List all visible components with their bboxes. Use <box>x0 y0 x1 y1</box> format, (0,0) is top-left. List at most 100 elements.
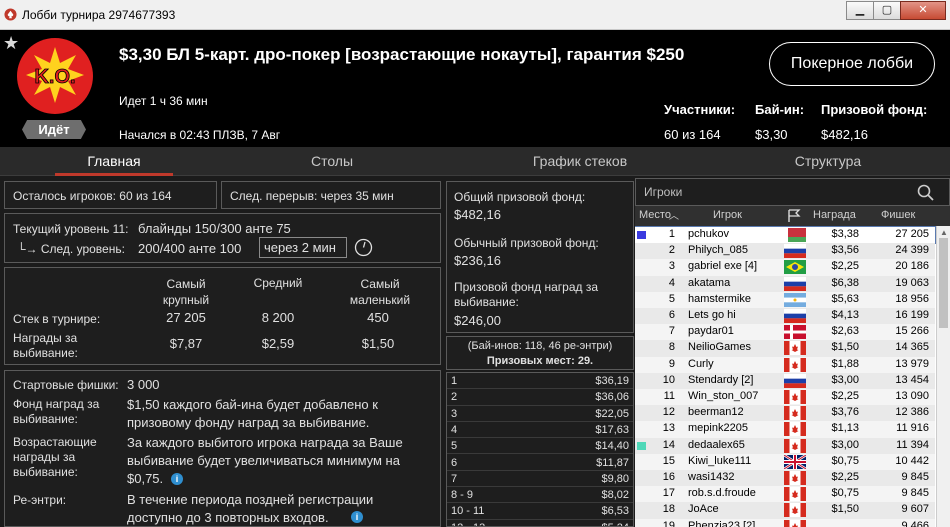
player-row[interactable]: 15 Kiwi_luke111 $0,75 10 442 <box>635 453 935 470</box>
running-time: Идет 1 ч 36 мин <box>119 94 208 108</box>
player-row[interactable]: 8 NeilioGames $1,50 14 365 <box>635 340 935 357</box>
players-header: Место ︿ Игрок Награда Фишек <box>635 206 950 226</box>
prize-place: 8 - 9 <box>451 489 474 502</box>
search-icon[interactable] <box>917 184 935 202</box>
player-chips: 13 090 <box>895 390 929 402</box>
player-place: 9 <box>668 357 675 370</box>
flag-column-icon[interactable] <box>786 209 802 223</box>
player-place: 18 <box>662 503 675 516</box>
maximize-icon[interactable]: ▢ <box>873 1 901 20</box>
starting-chips-value: 3 000 <box>127 377 160 392</box>
players-scrollbar[interactable]: ▲ <box>936 226 950 527</box>
flag-icon-ca <box>784 390 806 404</box>
player-chips: 19 063 <box>895 276 929 289</box>
player-name: Philych_085 <box>688 244 748 257</box>
player-chips: 16 199 <box>895 309 929 321</box>
progressive-bounty-label: Возрастающие награды за выбивание: <box>13 435 97 479</box>
player-row[interactable]: 4 akatama $6,38 19 063 <box>635 275 935 292</box>
stack-smallest: 450 <box>367 310 389 325</box>
player-row[interactable]: 16 wasi1432 $2,25 9 845 <box>635 470 935 487</box>
tab-structure[interactable]: Структура <box>768 147 888 176</box>
prize-amount: $8,02 <box>601 489 629 502</box>
col-place[interactable]: Место <box>639 209 671 221</box>
poker-lobby-button[interactable]: Покерное лобби <box>769 42 935 86</box>
player-row[interactable]: 6 Lets go hi $4,13 16 199 <box>635 308 935 325</box>
player-row[interactable]: 9 Curly $1,88 13 979 <box>635 356 935 373</box>
player-search[interactable]: Игроки <box>635 178 950 206</box>
stack-header-average: Средний <box>253 276 303 290</box>
player-bounty: $1,13 <box>831 422 859 435</box>
tab-main[interactable]: Главная <box>55 147 173 176</box>
player-place: 13 <box>662 422 675 435</box>
info-icon[interactable]: i <box>171 473 183 485</box>
player-row[interactable]: 17 rob.s.d.froude $0,75 9 845 <box>635 486 935 503</box>
player-row[interactable]: 11 Win_ston_007 $2,25 13 090 <box>635 389 935 406</box>
player-row[interactable]: 7 paydar01 $2,63 15 266 <box>635 324 935 341</box>
col-bounty[interactable]: Награда <box>813 209 856 221</box>
player-bounty: $1,50 <box>831 503 859 516</box>
info-icon[interactable]: i <box>351 511 363 523</box>
player-name: wasi1432 <box>688 471 735 483</box>
player-name: Kiwi_luke111 <box>688 454 752 467</box>
flag-icon-ru <box>784 276 806 291</box>
buyin-label: Бай-ин: <box>755 102 805 117</box>
tab-stack-chart[interactable]: График стеков <box>500 147 660 176</box>
player-row[interactable]: 1 pchukov $3,38 27 205 <box>635 225 936 245</box>
player-chips: 10 442 <box>895 454 929 467</box>
flag-icon-ca <box>784 422 806 437</box>
stack-header-smallest: Самый маленький <box>349 277 411 307</box>
prize-row: 6 $11,87 <box>447 455 633 471</box>
flag-icon-by <box>784 228 806 242</box>
player-name: rob.s.d.froude <box>688 487 756 500</box>
player-row[interactable]: 13 mepink2205 $1,13 11 916 <box>635 421 935 438</box>
tab-tables[interactable]: Столы <box>272 147 392 176</box>
reentry-label: Ре-энтри: <box>13 493 67 507</box>
regular-prize-value: $236,16 <box>454 253 501 268</box>
sort-arrow-icon[interactable]: ︿ <box>669 207 679 222</box>
player-row[interactable]: 18 JoAce $1,50 9 607 <box>635 502 935 519</box>
player-name: Curly <box>688 357 714 370</box>
player-place: 17 <box>662 487 675 500</box>
player-place: 7 <box>668 325 675 338</box>
player-place: 12 <box>662 406 675 419</box>
player-row[interactable]: 19 Phenzia23 [2] 9 466 <box>635 518 935 527</box>
player-chips: 14 365 <box>895 341 929 354</box>
player-row[interactable]: 10 Stendardy [2] $3,00 13 454 <box>635 372 935 389</box>
player-name: JoAce <box>688 503 719 516</box>
player-place: 3 <box>668 260 675 273</box>
col-chips[interactable]: Фишек <box>881 209 915 221</box>
player-chips: 20 186 <box>895 260 929 273</box>
players-panel: Игроки Место ︿ Игрок Награда Фишек 1 pchu… <box>635 178 950 527</box>
player-bounty: $2,25 <box>831 260 859 273</box>
window-controls: ▁ ▢ ✕ <box>846 1 946 20</box>
player-chips: 24 399 <box>895 244 929 257</box>
player-place: 11 <box>663 390 675 402</box>
player-name: dedaalex65 <box>688 438 745 451</box>
scroll-up-icon[interactable]: ▲ <box>940 228 948 237</box>
prizepool-value: $482,16 <box>821 127 868 142</box>
player-name: Stendardy [2] <box>688 373 754 386</box>
prize-place: 1 <box>451 375 458 387</box>
window-title: Лобби турнира 2974677393 <box>22 8 176 22</box>
search-input[interactable]: Игроки <box>644 185 682 199</box>
prize-place: 12 - 13 <box>451 522 485 526</box>
player-chips: 13 454 <box>895 373 929 386</box>
player-bounty: $1,88 <box>831 357 859 370</box>
bounty-fund-label: Фонд наград за выбивание: <box>13 397 100 426</box>
col-player[interactable]: Игрок <box>713 209 742 221</box>
stack-average: 8 200 <box>261 310 295 325</box>
player-row[interactable]: 14 dedaalex65 $3,00 11 394 <box>635 437 935 454</box>
player-name: hamstermike <box>688 292 751 305</box>
clock-icon <box>354 238 373 257</box>
player-row[interactable]: 5 hamstermike $5,63 18 956 <box>635 291 935 308</box>
start-time: Начался в 02:43 ПЛЗВ, 7 Авг <box>119 128 281 142</box>
close-icon[interactable]: ✕ <box>900 1 946 20</box>
player-bounty: $0,75 <box>831 454 859 467</box>
player-row[interactable]: 12 beerman12 $3,76 12 386 <box>635 405 935 422</box>
prize-row: 2 $36,06 <box>447 389 633 406</box>
scrollbar-thumb[interactable] <box>939 238 948 328</box>
player-row[interactable]: 2 Philych_085 $3,56 24 399 <box>635 243 935 260</box>
prize-place: 6 <box>451 456 458 469</box>
minimize-icon[interactable]: ▁ <box>846 1 874 20</box>
player-row[interactable]: 3 gabriel exe [4] $2,25 20 186 <box>635 259 935 276</box>
